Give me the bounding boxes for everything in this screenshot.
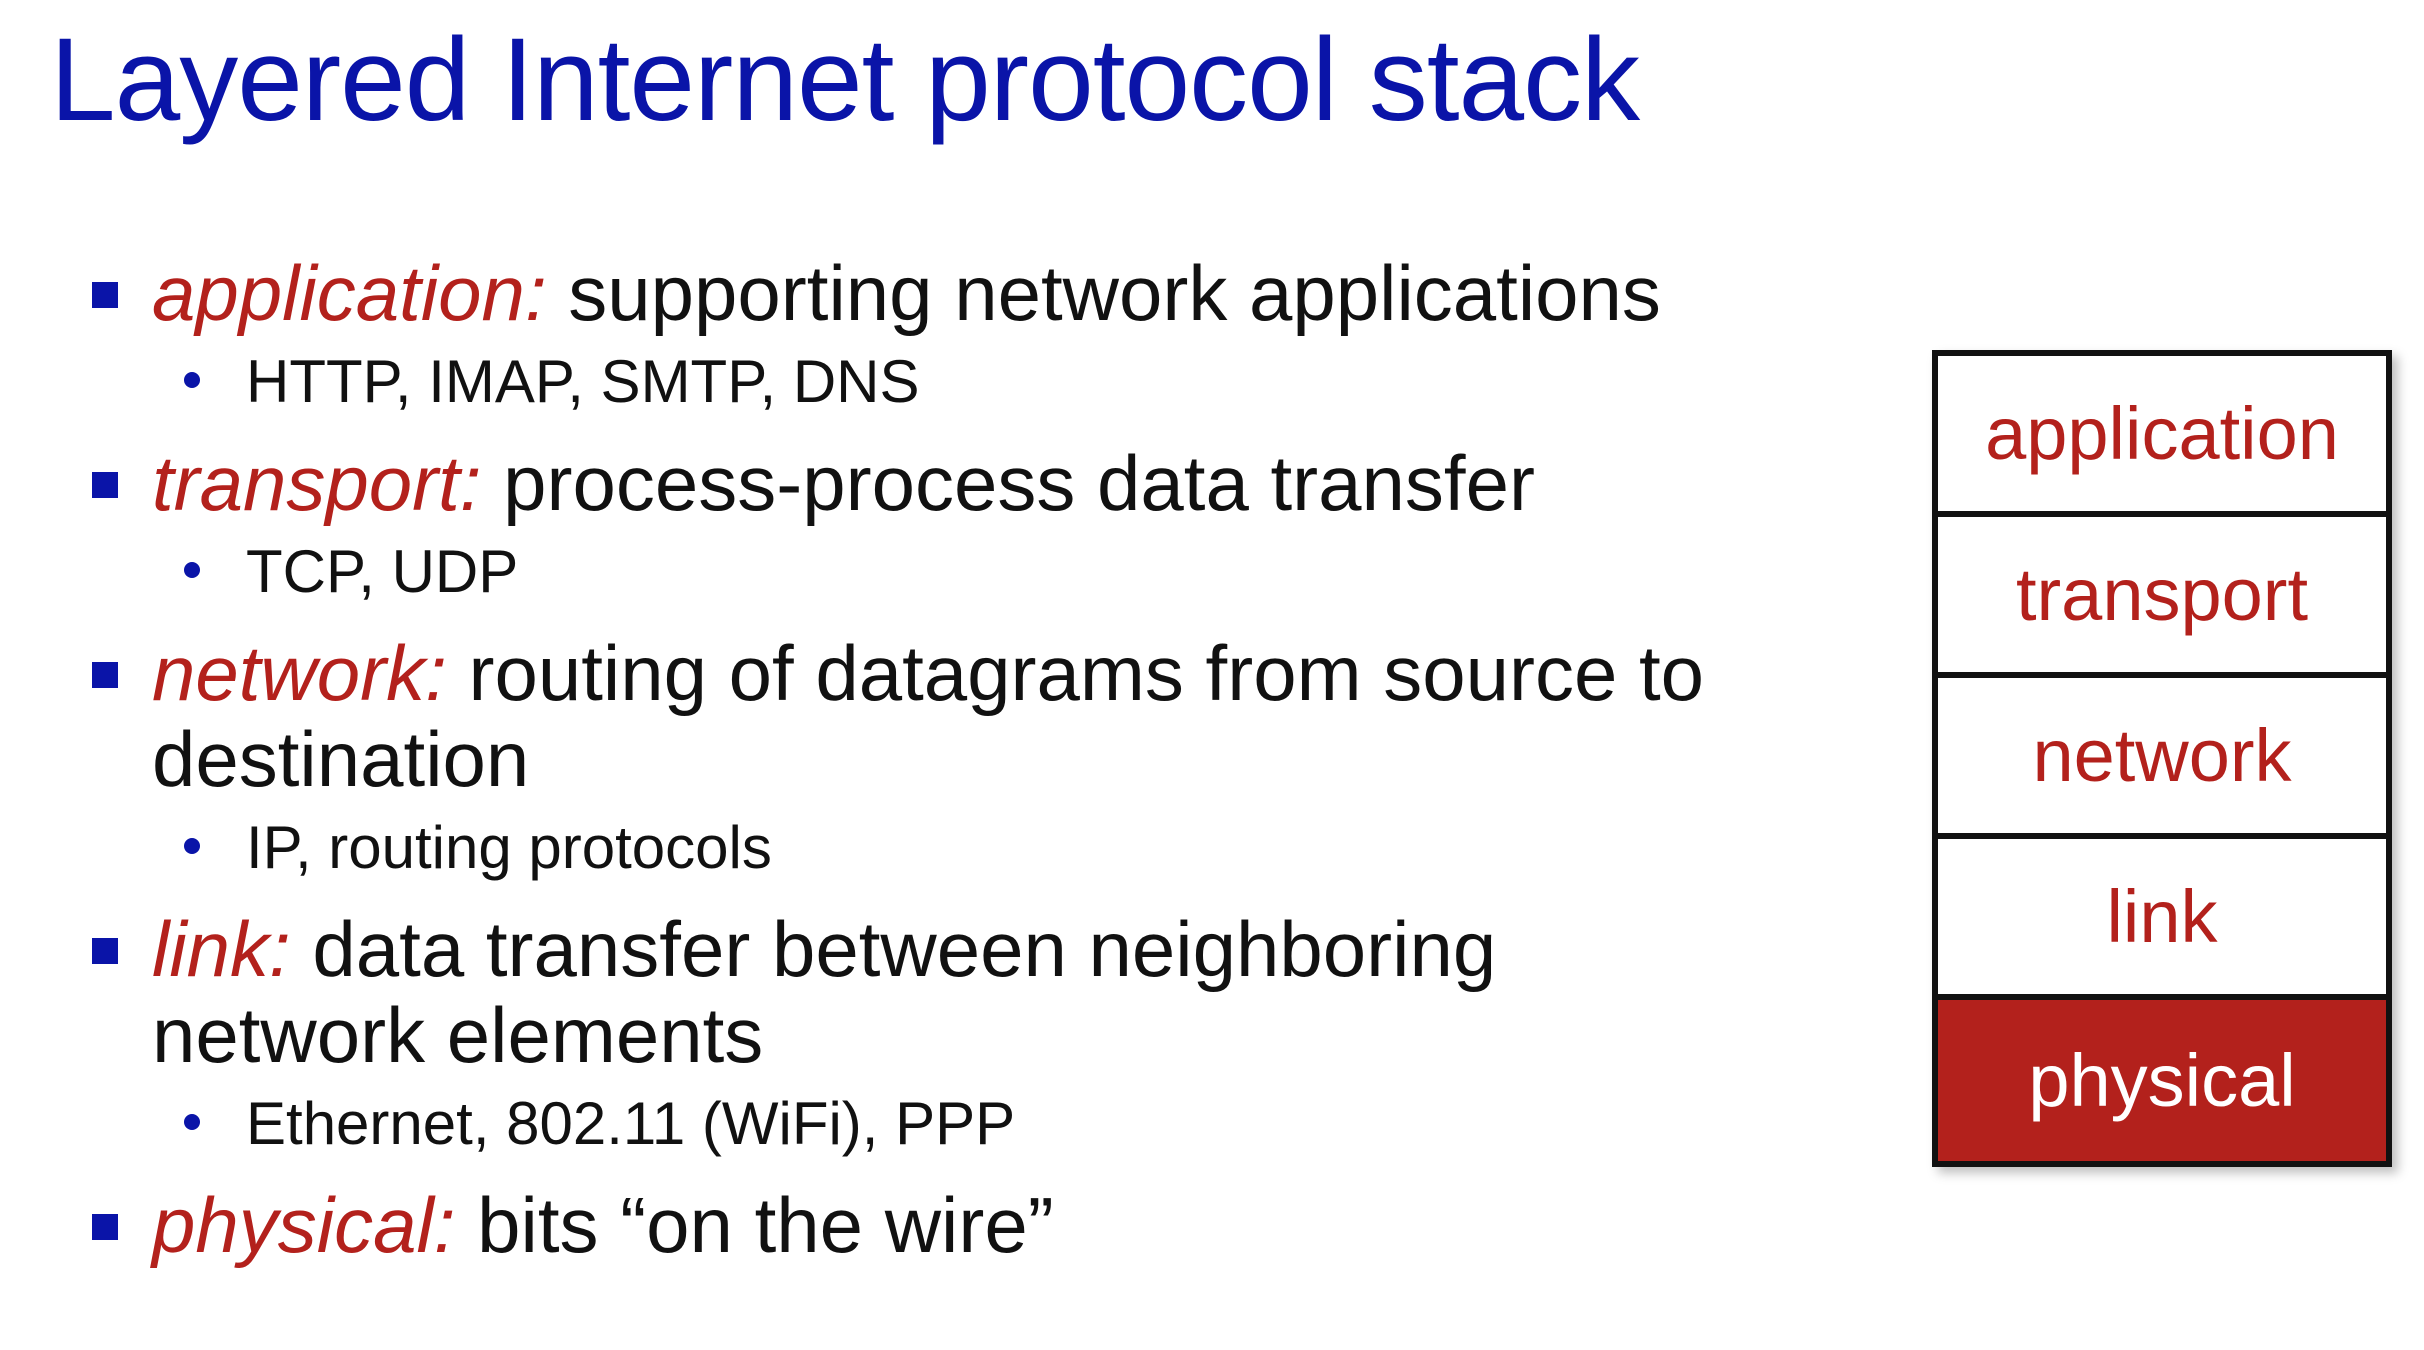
layer-description: data transfer between neighboring networ… [152, 905, 1497, 1079]
bullet-sub-line: IP, routing protocols [152, 812, 1786, 884]
layer-term: application: [152, 249, 547, 337]
layer-examples: Ethernet, 802.11 (WiFi), PPP [246, 1090, 1016, 1157]
bullet-sub-line: TCP, UDP [152, 536, 1786, 608]
layer-term: transport: [152, 439, 482, 527]
stack-layer-transport: transport [1938, 517, 2386, 678]
dot-bullet-icon [184, 562, 200, 578]
bullet-main-line: physical: bits “on the wire” [152, 1182, 1786, 1268]
bullet-main-line: link: data transfer between neighboring … [152, 906, 1786, 1078]
bullet-link: link: data transfer between neighboring … [86, 906, 1786, 1160]
square-bullet-icon [92, 1214, 118, 1240]
layer-examples: IP, routing protocols [246, 814, 772, 881]
layer-term: physical: [152, 1181, 456, 1269]
layer-examples: HTTP, IMAP, SMTP, DNS [246, 348, 920, 415]
bullet-transport: transport: process-process data transfer… [86, 440, 1786, 608]
stack-layer-physical: physical [1938, 1000, 2386, 1161]
bullet-physical: physical: bits “on the wire” [86, 1182, 1786, 1268]
square-bullet-icon [92, 662, 118, 688]
layer-bullet-list: application: supporting network applicat… [86, 250, 1786, 1290]
bullet-main-line: network: routing of datagrams from sourc… [152, 630, 1786, 802]
bullet-main-line: application: supporting network applicat… [152, 250, 1786, 336]
slide-title: Layered Internet protocol stack [50, 14, 1640, 146]
dot-bullet-icon [184, 838, 200, 854]
slide: Layered Internet protocol stack applicat… [0, 0, 2424, 1350]
layer-description: supporting network applications [546, 249, 1661, 337]
square-bullet-icon [92, 938, 118, 964]
stack-layer-network: network [1938, 678, 2386, 839]
layer-examples: TCP, UDP [246, 538, 519, 605]
layer-description: bits “on the wire” [455, 1181, 1054, 1269]
bullet-network: network: routing of datagrams from sourc… [86, 630, 1786, 884]
stack-layer-application: application [1938, 356, 2386, 517]
layer-term: network: [152, 629, 447, 717]
dot-bullet-icon [184, 1114, 200, 1130]
protocol-stack-diagram: application transport network link physi… [1932, 350, 2392, 1167]
dot-bullet-icon [184, 372, 200, 388]
bullet-sub-line: HTTP, IMAP, SMTP, DNS [152, 346, 1786, 418]
square-bullet-icon [92, 282, 118, 308]
layer-description: process-process data transfer [481, 439, 1535, 527]
bullet-sub-line: Ethernet, 802.11 (WiFi), PPP [152, 1088, 1786, 1160]
bullet-main-line: transport: process-process data transfer [152, 440, 1786, 526]
stack-layer-link: link [1938, 839, 2386, 1000]
bullet-application: application: supporting network applicat… [86, 250, 1786, 418]
square-bullet-icon [92, 472, 118, 498]
layer-term: link: [152, 905, 291, 993]
